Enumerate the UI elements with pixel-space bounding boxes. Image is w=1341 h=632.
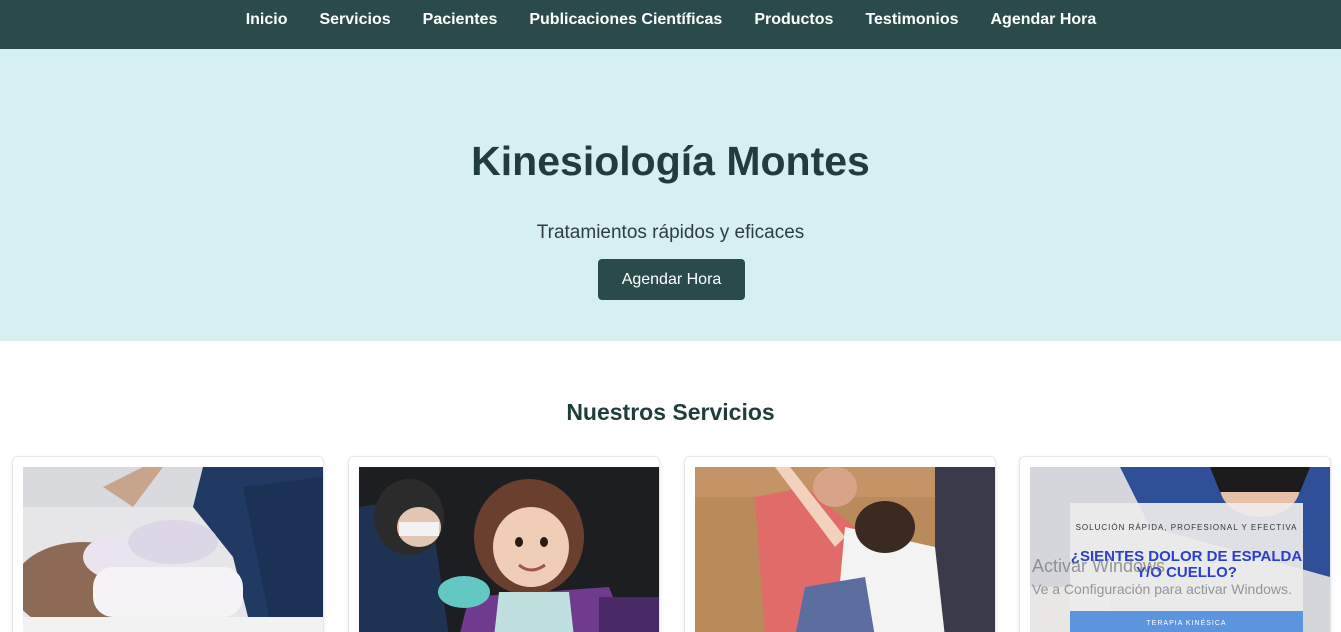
service-card[interactable]	[348, 456, 660, 632]
service-photo	[695, 467, 995, 632]
nav-link-testimonios[interactable]: Testimonios	[849, 10, 974, 29]
agendar-hora-button[interactable]: Agendar Hora	[598, 259, 745, 300]
promo-subtitle: SOLUCIÓN RÁPIDA, PROFESIONAL Y EFECTIVA	[1075, 523, 1298, 532]
promo-strip: TERAPIA KINÉSICA	[1070, 611, 1303, 632]
service-photo	[23, 467, 323, 632]
activation-subtitle: Ve a Configuración para activar Windows.	[1032, 581, 1292, 597]
service-image-promo: SOLUCIÓN RÁPIDA, PROFESIONAL Y EFECTIVA …	[1030, 467, 1330, 632]
service-card[interactable]	[684, 456, 996, 632]
service-photo	[359, 467, 659, 632]
service-image-rehab	[695, 467, 995, 632]
nav-link-inicio[interactable]: Inicio	[230, 10, 304, 29]
nav-link-servicios[interactable]: Servicios	[303, 10, 406, 29]
nav-link-publicaciones[interactable]: Publicaciones Científicas	[513, 10, 738, 29]
service-card[interactable]: SOLUCIÓN RÁPIDA, PROFESIONAL Y EFECTIVA …	[1019, 456, 1331, 632]
hero-tagline: Tratamientos rápidos y eficaces	[536, 222, 805, 243]
main-navbar: Inicio Servicios Pacientes Publicaciones…	[0, 0, 1341, 49]
nav-link-agendar-hora[interactable]: Agendar Hora	[974, 10, 1112, 29]
hero-section: Kinesiología Montes Tratamientos rápidos…	[0, 49, 1341, 341]
windows-activation-watermark: Activar Windows Ve a Configuración para …	[1032, 556, 1292, 598]
nav-link-pacientes[interactable]: Pacientes	[407, 10, 514, 29]
services-title: Nuestros Servicios	[566, 399, 775, 425]
service-image-back-therapy	[23, 467, 323, 632]
nav-link-productos[interactable]: Productos	[738, 10, 849, 29]
activation-title: Activar Windows	[1032, 556, 1166, 576]
hero-title: Kinesiología Montes	[471, 138, 870, 184]
service-image-pediatric	[359, 467, 659, 632]
service-card[interactable]	[12, 456, 324, 632]
nav-list: Inicio Servicios Pacientes Publicaciones…	[230, 0, 1113, 29]
